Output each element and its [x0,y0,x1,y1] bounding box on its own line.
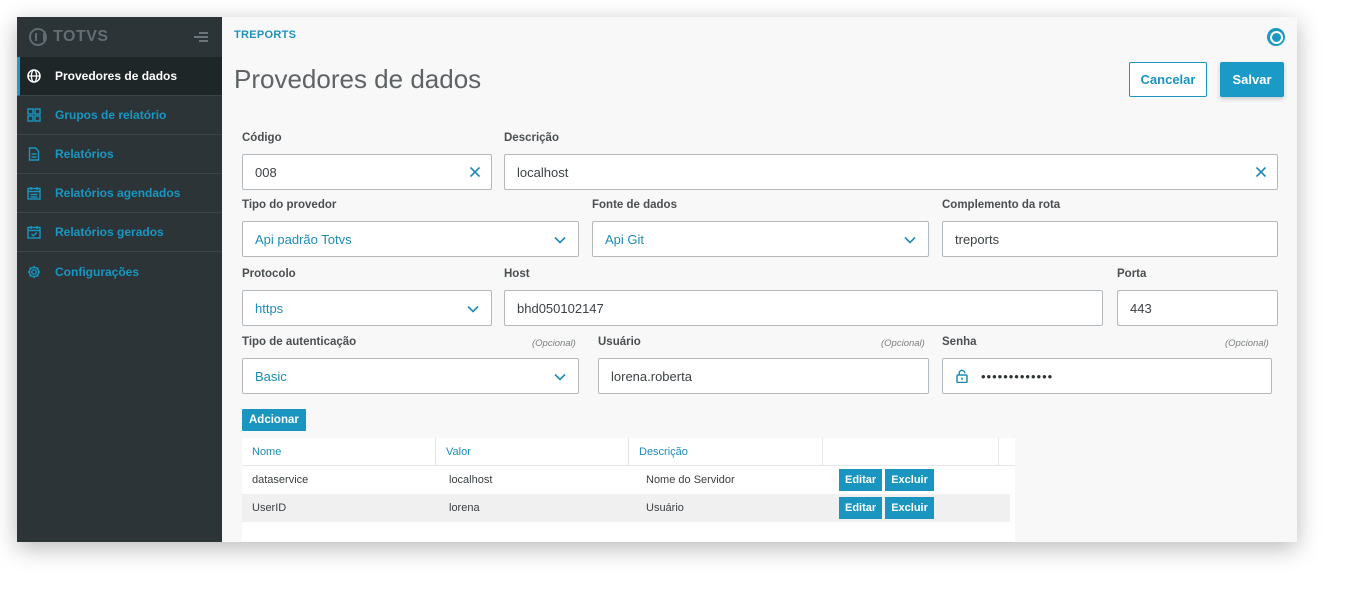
document-icon [27,147,41,161]
porta-value: 443 [1130,300,1152,316]
column-header-actions [823,438,999,465]
tipo-provedor-label: Tipo do provedor [242,199,337,211]
optional-hint: (Opcional) [881,338,925,349]
sidebar: TOTVS Provedores de dados Grupos de rela… [17,17,222,542]
porta-field[interactable]: 443 [1117,290,1278,326]
edit-button[interactable]: Editar [839,469,883,491]
usuario-field[interactable]: lorena.roberta [598,358,929,394]
globe-icon [27,69,41,83]
fonte-dados-label: Fonte de dados [592,199,677,211]
sidebar-item-label: Relatórios [55,147,114,161]
calendar-check-icon [27,225,41,239]
chevron-down-icon [904,236,916,244]
fonte-dados-select[interactable]: Api Git [592,221,929,257]
lock-icon [956,369,968,383]
edit-button[interactable]: Editar [839,497,883,519]
complemento-rota-field[interactable]: treports [942,221,1278,257]
descricao-value: localhost [517,164,569,180]
protocolo-select[interactable]: https [242,290,492,326]
table-row: dataservice localhost Nome do Servidor E… [242,466,1015,494]
table-header: Nome Valor Descrição [242,438,1015,466]
sidebar-item-configuracoes[interactable]: Configurações [17,252,222,291]
tipo-provedor-select[interactable]: Api padrão Totvs [242,221,579,257]
protocolo-label: Protocolo [242,268,296,280]
sidebar-item-label: Grupos de relatório [55,108,167,122]
porta-label: Porta [1117,268,1147,280]
chevron-down-icon [554,373,566,381]
sidebar-item-relatorios-agendados[interactable]: Relatórios agendados [17,174,222,213]
brand: TOTVS [17,17,222,57]
optional-hint: (Opcional) [1225,338,1269,349]
page-title: Provedores de dados [234,64,482,94]
app-window: TOTVS Provedores de dados Grupos de rela… [17,17,1297,542]
clear-icon[interactable] [1255,166,1267,178]
add-parameter-button[interactable]: Adcionar [242,409,306,431]
column-header-descricao[interactable]: Descrição [629,438,823,465]
senha-field[interactable]: ••••••••••••• [942,358,1272,394]
row-actions: Editar Excluir [833,469,937,491]
brand-name: TOTVS [53,28,109,45]
delete-button[interactable]: Excluir [885,469,934,491]
help-icon[interactable] [1267,28,1285,46]
grid-icon [27,108,41,122]
delete-button[interactable]: Excluir [885,497,934,519]
chevron-down-icon [554,236,566,244]
cancel-button[interactable]: Cancelar [1129,62,1207,97]
host-field[interactable]: bhd050102147 [504,290,1103,326]
clear-icon[interactable] [469,166,481,178]
sidebar-item-label: Relatórios gerados [55,225,164,239]
senha-value: ••••••••••••• [981,368,1054,384]
tipo-autenticacao-select[interactable]: Basic [242,358,579,394]
sidebar-item-label: Relatórios agendados [55,186,181,200]
sidebar-item-label: Provedores de dados [55,69,178,83]
sidebar-item-grupos-de-relatorio[interactable]: Grupos de relatório [17,96,222,135]
chevron-down-icon [467,305,479,313]
parameters-table: Nome Valor Descrição dataservice localho… [242,438,1015,542]
cell-valor: lorena [449,502,480,514]
descricao-field[interactable]: localhost [504,154,1278,190]
host-label: Host [504,268,530,280]
calendar-icon [27,186,41,200]
cell-descricao: Nome do Servidor [646,474,735,486]
cell-nome: dataservice [252,474,309,486]
host-value: bhd050102147 [517,300,604,316]
breadcrumb[interactable]: TREPORTS [234,29,296,41]
main-content: TREPORTS Provedores de dados Cancelar Sa… [222,17,1297,542]
cell-nome: UserID [252,502,287,514]
sidebar-item-provedores-de-dados[interactable]: Provedores de dados [17,57,222,96]
tipo-provedor-value: Api padrão Totvs [255,231,352,247]
complemento-rota-value: treports [955,231,1000,247]
sidebar-item-relatorios-gerados[interactable]: Relatórios gerados [17,213,222,252]
codigo-field[interactable]: 008 [242,154,492,190]
cell-descricao: Usuário [646,502,684,514]
table-row: UserID lorena Usuário Editar Excluir [242,494,1010,522]
save-button[interactable]: Salvar [1220,62,1284,97]
descricao-label: Descrição [504,132,559,144]
usuario-value: lorena.roberta [611,368,692,384]
optional-hint: (Opcional) [532,338,576,349]
sidebar-item-label: Configurações [55,264,140,279]
cell-valor: localhost [449,474,493,486]
senha-label: Senha [942,336,977,348]
gear-icon [27,265,41,279]
usuario-label: Usuário [598,336,641,348]
row-actions: Editar Excluir [833,497,937,519]
fonte-dados-value: Api Git [605,231,645,247]
complemento-rota-label: Complemento da rota [942,199,1061,211]
column-header-nome[interactable]: Nome [242,438,436,465]
tipo-autenticacao-label: Tipo de autenticação [242,336,357,348]
sidebar-item-relatorios[interactable]: Relatórios [17,135,222,174]
column-header-valor[interactable]: Valor [436,438,629,465]
tipo-autenticacao-value: Basic [255,368,287,384]
protocolo-value: https [255,300,284,316]
totvs-logo-icon [29,28,47,46]
collapse-menu-icon[interactable] [194,31,208,43]
codigo-value: 008 [255,164,277,180]
codigo-label: Código [242,132,282,144]
